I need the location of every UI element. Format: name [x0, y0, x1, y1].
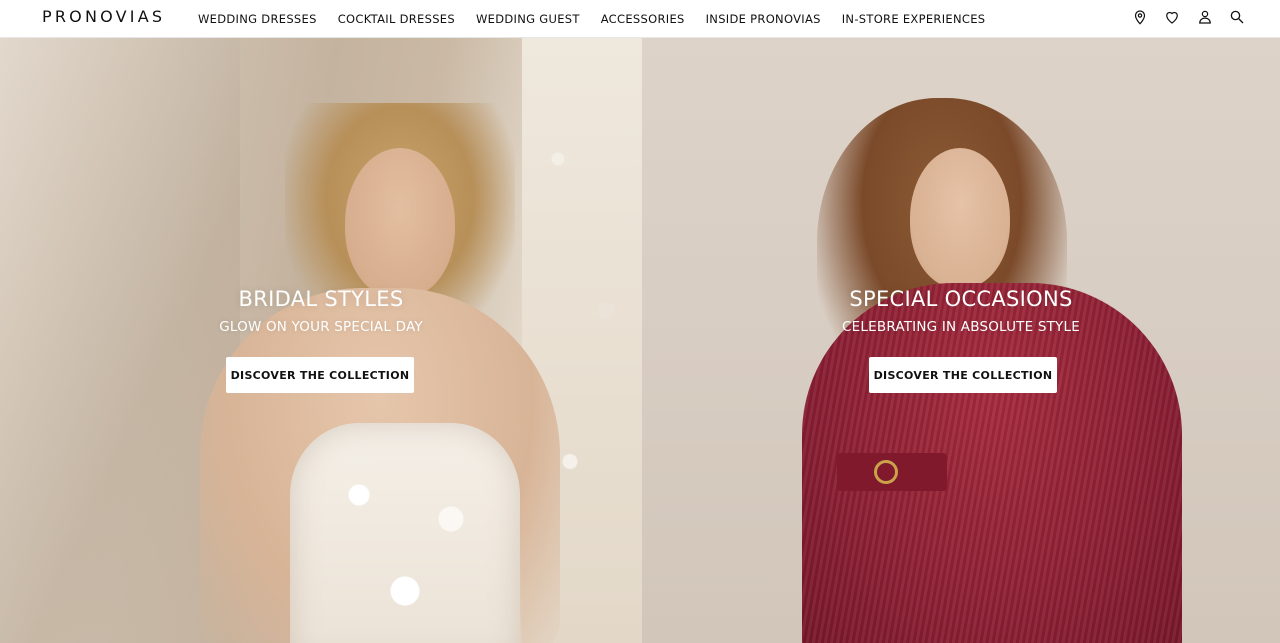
hero-panel-special-occasions[interactable]: SPECIAL OCCASIONS CELEBRATING IN ABSOLUT… — [642, 38, 1280, 643]
hero-panel-bridal[interactable]: BRIDAL STYLES GLOW ON YOUR SPECIAL DAY D… — [0, 38, 642, 643]
nav-inside-pronovias[interactable]: INSIDE PRONOVIAS — [706, 2, 821, 36]
nav-wedding-dresses[interactable]: WEDDING DRESSES — [198, 2, 317, 36]
header-icons — [1116, 0, 1246, 34]
user-icon[interactable] — [1196, 8, 1214, 26]
bridal-discover-button[interactable]: DISCOVER THE COLLECTION — [226, 357, 414, 393]
bridal-title: BRIDAL STYLES — [238, 287, 404, 311]
nav-in-store-experiences[interactable]: IN-STORE EXPERIENCES — [842, 2, 986, 36]
nav-cocktail-dresses[interactable]: COCKTAIL DRESSES — [338, 2, 455, 36]
special-occasions-subtitle: CELEBRATING IN ABSOLUTE STYLE — [842, 319, 1080, 335]
bridal-subtitle: GLOW ON YOUR SPECIAL DAY — [219, 319, 423, 335]
main-nav: WEDDING DRESSES COCKTAIL DRESSES WEDDING… — [198, 0, 1006, 38]
location-pin-icon[interactable] — [1131, 8, 1149, 26]
special-occasions-discover-button[interactable]: DISCOVER THE COLLECTION — [869, 357, 1057, 393]
special-occasions-title: SPECIAL OCCASIONS — [849, 287, 1073, 311]
special-occasions-hero-text: SPECIAL OCCASIONS CELEBRATING IN ABSOLUT… — [642, 288, 1280, 336]
site-header: PRONOVIAS WEDDING DRESSES COCKTAIL DRESS… — [0, 0, 1280, 38]
heart-icon[interactable] — [1163, 8, 1181, 26]
search-icon[interactable] — [1228, 8, 1246, 26]
nav-accessories[interactable]: ACCESSORIES — [601, 2, 685, 36]
nav-wedding-guest[interactable]: WEDDING GUEST — [476, 2, 580, 36]
pronovias-logo[interactable]: PRONOVIAS — [42, 7, 165, 27]
bridal-hero-text: BRIDAL STYLES GLOW ON YOUR SPECIAL DAY — [0, 288, 642, 336]
